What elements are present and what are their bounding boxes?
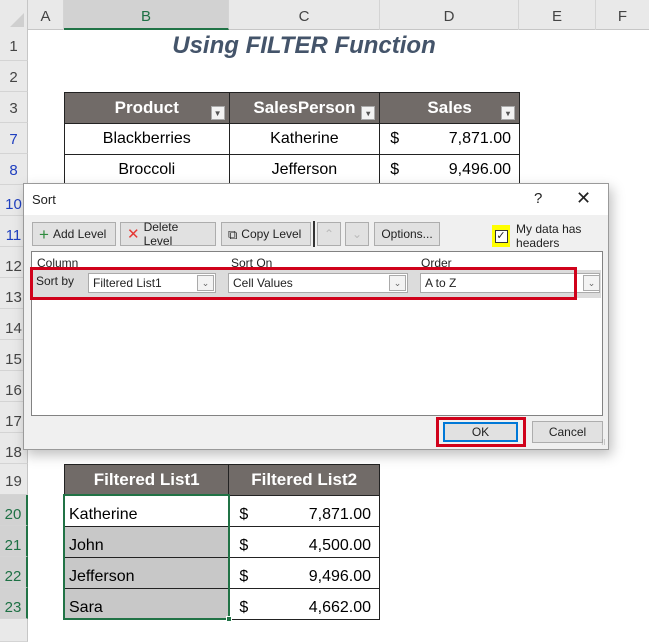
column-header-d[interactable]: D (380, 0, 519, 30)
row-header-1[interactable]: 1 (0, 30, 28, 61)
cell-name[interactable]: John (63, 526, 230, 558)
chevron-down-icon: ⌄ (351, 227, 363, 241)
my-data-has-headers-checkbox[interactable]: ✓ My data has headers (492, 222, 608, 250)
source-table: Product ▼ SalesPerson ▾ Sales ▾ Blackber… (64, 92, 520, 186)
cell-name[interactable]: Sara (63, 588, 230, 620)
column-header-f[interactable]: F (596, 0, 649, 30)
chevron-down-icon[interactable]: ⌄ (583, 275, 600, 291)
options-label: Options... (381, 227, 433, 241)
table-row: Sara $4,662.00 (63, 588, 380, 620)
cell-product[interactable]: Blackberries (64, 123, 230, 155)
currency-symbol: $ (239, 537, 249, 554)
currency-symbol: $ (239, 506, 249, 523)
sort-dialog: Sort ? ✕ + Add Level ✕ Delete Level ⧉ Co… (23, 183, 609, 450)
row-header-23[interactable]: 23 (0, 588, 28, 619)
checkmark-icon[interactable]: ✓ (494, 229, 508, 243)
cell-name[interactable]: Katherine (63, 495, 230, 527)
header-sales: Sales ▾ (379, 92, 520, 124)
my-data-has-headers-label: My data has headers (516, 222, 582, 250)
move-up-button[interactable]: ⌃ (317, 222, 341, 246)
header-filtered-list1: Filtered List1 (63, 464, 230, 496)
cell-salesperson[interactable]: Katherine (228, 123, 381, 155)
column-header-e[interactable]: E (519, 0, 596, 30)
fill-handle[interactable] (226, 616, 232, 622)
cell-sales[interactable]: $7,871.00 (379, 123, 520, 155)
table-row: Katherine $7,871.00 (63, 495, 380, 527)
plus-icon: + (39, 224, 49, 244)
cancel-button[interactable]: Cancel (532, 421, 603, 443)
highlight-yellow: ✓ (492, 225, 511, 247)
move-down-button[interactable]: ⌄ (345, 222, 369, 246)
table-row: Blackberries Katherine $7,871.00 (64, 123, 520, 155)
value: 4,500.00 (308, 537, 371, 554)
row-header-7[interactable]: 7 (0, 123, 28, 154)
add-level-label: Add Level (52, 227, 107, 241)
copy-level-label: Copy Level (241, 227, 302, 241)
row-header-3[interactable]: 3 (0, 92, 28, 123)
currency-symbol: $ (239, 568, 249, 585)
select-all-corner[interactable] (0, 0, 28, 30)
cell-value[interactable]: $4,500.00 (228, 526, 380, 558)
cell-value[interactable]: $4,662.00 (228, 588, 380, 620)
row-header-22[interactable]: 22 (0, 557, 28, 588)
value: 4,662.00 (308, 599, 371, 616)
toolbar-separator (313, 221, 315, 247)
table-row: Broccoli Jefferson $9,496.00 (64, 154, 520, 186)
header-product-label: Product (114, 98, 179, 117)
resize-grip-icon[interactable]: ⠿ (601, 439, 606, 447)
cell-value[interactable]: $9,496.00 (228, 557, 380, 589)
row-header-8[interactable]: 8 (0, 154, 28, 185)
help-icon[interactable]: ? (534, 190, 542, 207)
chevron-up-icon: ⌃ (323, 227, 335, 241)
row-header-19[interactable]: 19 (0, 464, 28, 495)
value: 7,871.00 (308, 506, 371, 523)
filter-dropdown-icon[interactable]: ▾ (501, 106, 515, 120)
delete-level-button[interactable]: ✕ Delete Level (120, 220, 216, 248)
row-header-2[interactable]: 2 (0, 61, 28, 92)
delete-x-icon: ✕ (127, 225, 140, 243)
filter-dropdown-icon[interactable]: ▾ (361, 106, 376, 120)
column-header-c[interactable]: C (229, 0, 380, 30)
header-sales-label: Sales (427, 98, 472, 117)
sales-value: 7,871.00 (448, 130, 511, 147)
value: 9,496.00 (308, 568, 371, 585)
header-product: Product ▼ (64, 92, 230, 124)
column-header-b[interactable]: B (64, 0, 229, 30)
source-table-header-row: Product ▼ SalesPerson ▾ Sales ▾ (64, 92, 520, 124)
cell-sales[interactable]: $9,496.00 (379, 154, 520, 186)
close-icon[interactable]: ✕ (576, 188, 591, 209)
add-level-button[interactable]: + Add Level (32, 222, 116, 246)
currency-symbol: $ (390, 161, 400, 178)
column-header-a[interactable]: A (28, 0, 64, 30)
result-table: Filtered List1 Filtered List2 Katherine … (63, 464, 380, 620)
result-table-header-row: Filtered List1 Filtered List2 (63, 464, 380, 496)
table-row: John $4,500.00 (63, 526, 380, 558)
dialog-title: Sort (32, 192, 56, 207)
column-header-bar: A B C D E F (0, 0, 649, 30)
table-row: Jefferson $9,496.00 (63, 557, 380, 589)
cell-product[interactable]: Broccoli (64, 154, 230, 186)
copy-icon: ⧉ (228, 226, 238, 242)
copy-level-button[interactable]: ⧉ Copy Level (221, 222, 311, 246)
options-button[interactable]: Options... (374, 222, 440, 246)
sales-value: 9,496.00 (448, 161, 511, 178)
dialog-title-bar[interactable]: Sort ? ✕ (24, 184, 608, 215)
delete-level-label: Delete Level (143, 220, 179, 248)
cell-value[interactable]: $7,871.00 (228, 495, 380, 527)
header-salesperson-label: SalesPerson (253, 98, 356, 117)
cell-salesperson[interactable]: Jefferson (228, 154, 381, 186)
highlight-red-box (30, 267, 577, 300)
header-filtered-list2: Filtered List2 (228, 464, 380, 496)
cell-name[interactable]: Jefferson (63, 557, 230, 589)
row-header-20[interactable]: 20 (0, 495, 28, 526)
currency-symbol: $ (239, 599, 249, 616)
highlight-red-box (436, 417, 526, 447)
row-header-21[interactable]: 21 (0, 526, 28, 557)
header-salesperson: SalesPerson ▾ (228, 92, 381, 124)
sheet-title: Using FILTER Function (172, 32, 436, 59)
filter-active-icon[interactable]: ▼ (210, 106, 225, 120)
currency-symbol: $ (390, 130, 400, 147)
row-header-24[interactable] (0, 619, 28, 642)
